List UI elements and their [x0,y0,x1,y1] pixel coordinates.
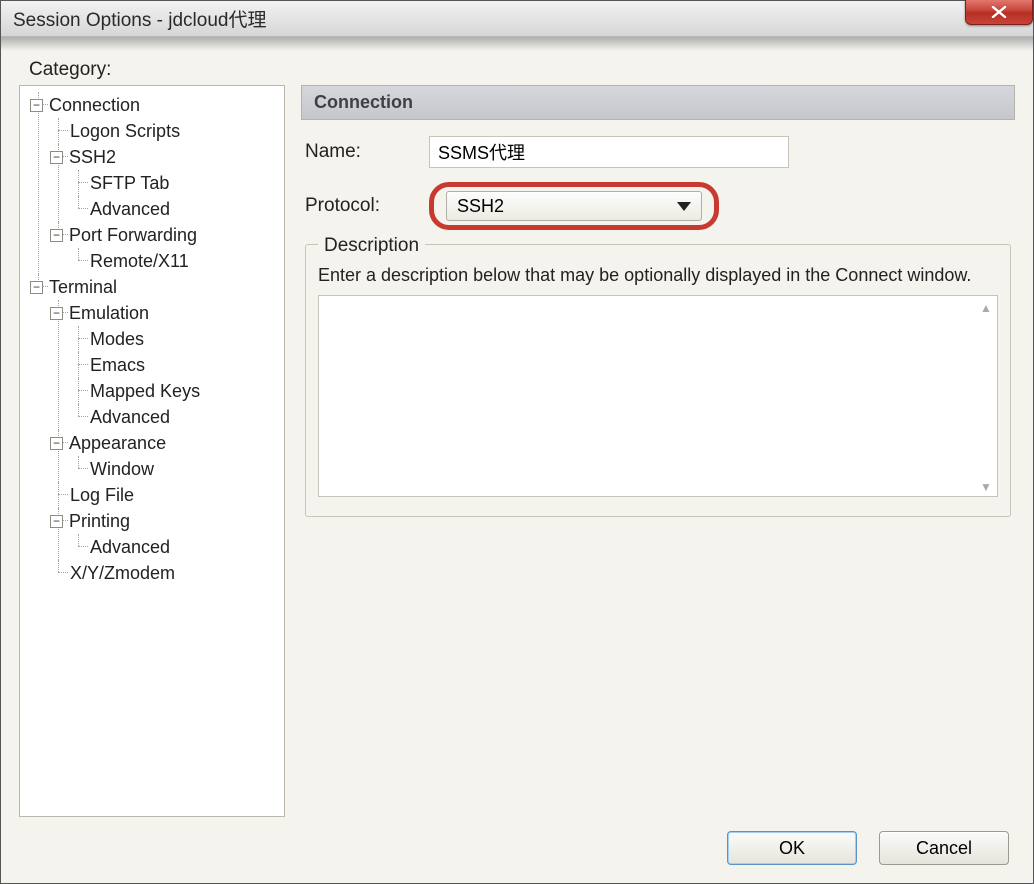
description-textarea[interactable] [318,295,998,497]
minus-icon[interactable]: − [50,437,63,450]
tree-node-port-forwarding[interactable]: − Port Forwarding [70,222,280,248]
protocol-highlight: SSH2 [429,182,719,230]
form-area: Name: Protocol: SSH2 Descrip [301,120,1015,517]
minus-icon[interactable]: − [30,99,43,112]
tree-node-logon-scripts[interactable]: Logon Scripts [70,118,280,144]
description-legend: Description [318,235,425,257]
protocol-selected-value: SSH2 [457,196,504,217]
panel-header: Connection [301,85,1015,120]
description-fieldset: Description Enter a description below th… [305,244,1011,517]
dialog-buttons: OK Cancel [19,817,1015,867]
tree-node-connection[interactable]: − Connection [50,92,280,118]
client-area: Category: − Connection Logon Scripts [1,51,1033,883]
tree-node-mapped-keys[interactable]: Mapped Keys [90,378,280,404]
close-icon [991,6,1007,18]
tree-node-terminal[interactable]: − Terminal [50,274,280,300]
minus-icon[interactable]: − [50,151,63,164]
tree-node-appearance[interactable]: − Appearance [70,430,280,456]
tree-node-print-advanced[interactable]: Advanced [90,534,280,560]
tree-node-modes[interactable]: Modes [90,326,280,352]
tree-node-ssh2[interactable]: − SSH2 [70,144,280,170]
tree-node-emacs[interactable]: Emacs [90,352,280,378]
description-hint: Enter a description below that may be op… [318,263,998,287]
close-button[interactable] [965,0,1033,25]
minus-icon[interactable]: − [50,307,63,320]
minus-icon[interactable]: − [30,281,43,294]
ok-button[interactable]: OK [727,831,857,865]
settings-panel: Connection Name: Protocol: SSH2 [301,85,1015,817]
title-bar: Session Options - jdcloud代理 [1,1,1033,37]
name-label: Name: [305,141,429,163]
row-protocol: Protocol: SSH2 [305,182,1011,230]
category-tree: − Connection Logon Scripts − SSH2 [19,85,285,817]
row-name: Name: [305,136,1011,168]
cancel-button[interactable]: Cancel [879,831,1009,865]
protocol-select[interactable]: SSH2 [446,191,702,221]
name-input[interactable] [429,136,789,168]
tree-node-ssh2-advanced[interactable]: Advanced [90,196,280,222]
category-label: Category: [29,59,1015,81]
tree-node-emulation[interactable]: − Emulation [70,300,280,326]
window-title: Session Options - jdcloud代理 [13,5,266,32]
protocol-label: Protocol: [305,195,429,217]
tree-node-emu-advanced[interactable]: Advanced [90,404,280,430]
chevron-down-icon [677,202,691,211]
minus-icon[interactable]: − [50,229,63,242]
minus-icon[interactable]: − [50,515,63,528]
tree-node-xyzmodem[interactable]: X/Y/Zmodem [70,560,280,586]
dialog-window: Session Options - jdcloud代理 Category: − … [0,0,1034,884]
tree-node-sftp-tab[interactable]: SFTP Tab [90,170,280,196]
titlebar-shadow [1,37,1033,51]
tree-node-window[interactable]: Window [90,456,280,482]
scroll-up-icon[interactable]: ▲ [977,299,995,317]
tree-node-log-file[interactable]: Log File [70,482,280,508]
content-row: − Connection Logon Scripts − SSH2 [19,85,1015,817]
tree-node-printing[interactable]: − Printing [70,508,280,534]
tree-node-remote-x11[interactable]: Remote/X11 [90,248,280,274]
scroll-down-icon[interactable]: ▼ [977,478,995,496]
